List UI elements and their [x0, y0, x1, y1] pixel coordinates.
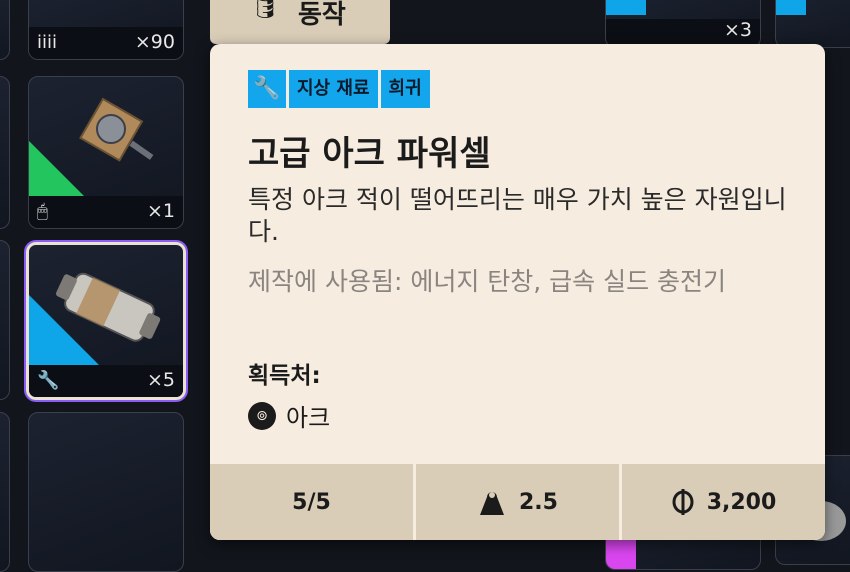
inventory-slot-selected[interactable]: 🔧 ×5 [26, 242, 186, 400]
inventory-slot[interactable]: 🖱 ×1 [28, 76, 184, 229]
item-description: 특정 아크 적이 떨어뜨리는 매우 가치 높은 자원입니다. [248, 185, 787, 246]
rarity-tag: 희귀 [380, 70, 430, 108]
inventory-slot[interactable]: iiii ×90 [28, 0, 184, 60]
inventory-slot[interactable] [0, 412, 10, 572]
action-tab[interactable]: 🛢 동작 [210, 0, 390, 44]
item-tooltip: 🔧 지상 재료 희귀 고급 아크 파워셀 특정 아크 적이 떨어뜨리는 매우 가… [210, 44, 825, 540]
inventory-slot[interactable]: ×3 [605, 0, 761, 48]
inventory-slot[interactable] [0, 240, 10, 400]
item-tags: 🔧 지상 재료 희귀 [248, 70, 430, 108]
canister-icon: 🛢 [250, 0, 281, 20]
inventory-slot[interactable] [0, 76, 10, 229]
inventory-slot[interactable] [775, 0, 850, 48]
inventory-slot[interactable] [0, 0, 10, 60]
source-label: 아크 [286, 404, 331, 432]
category-tag: 지상 재료 [289, 70, 378, 108]
rarity-corner [606, 0, 646, 15]
inventory-slot[interactable] [28, 412, 184, 572]
stack-icon: iiii [37, 32, 58, 53]
item-icon-power-cell [55, 272, 161, 342]
item-quantity: ×1 [146, 200, 175, 222]
stack-stat: 5/5 [210, 464, 413, 540]
source-heading: 획득처: [248, 363, 321, 389]
source-entry: ⊚ 아크 [248, 398, 330, 433]
wrench-icon: 🔧 [37, 370, 60, 391]
item-quantity: ×5 [146, 369, 175, 391]
weight-stat: 2.5 [416, 464, 619, 540]
wrench-icon: 🔧 [248, 70, 286, 108]
item-stats: 5/5 2.5 3,200 [210, 464, 825, 540]
stack-value: 5/5 [292, 489, 331, 515]
arc-icon: ⊚ [248, 401, 276, 430]
tab-label: 동작 [298, 0, 346, 30]
crafting-uses: 제작에 사용됨: 에너지 탄창, 급속 실드 충전기 [248, 267, 727, 296]
item-icon-arc-part [79, 97, 154, 162]
coin-icon [672, 489, 694, 515]
item-title: 고급 아크 파워셀 [248, 134, 491, 174]
item-quantity: ×90 [134, 31, 175, 53]
mouse-icon: 🖱 [37, 201, 48, 222]
value-amount: 3,200 [706, 489, 777, 515]
rarity-corner [776, 0, 806, 15]
value-stat: 3,200 [622, 464, 825, 540]
item-quantity: ×3 [723, 19, 752, 41]
weight-value: 2.5 [519, 489, 558, 515]
weight-icon [480, 492, 504, 515]
